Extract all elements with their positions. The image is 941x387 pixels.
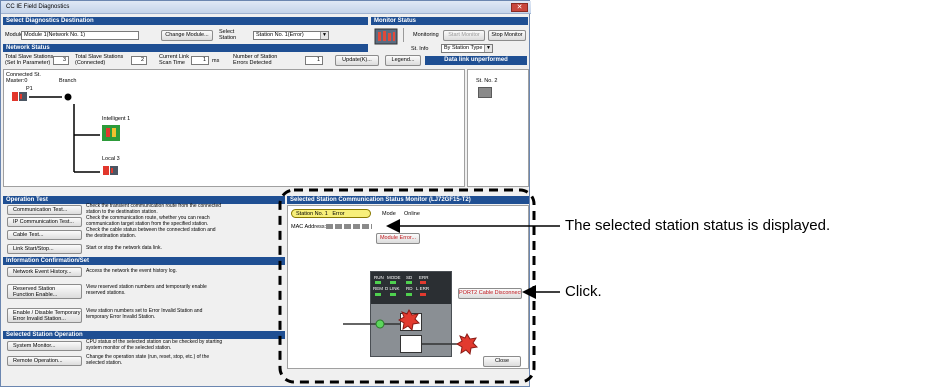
callout-status-text: The selected station status is displayed… [565,217,831,234]
callout-click-text: Click. [565,283,602,300]
annotation-overlay [278,188,560,384]
